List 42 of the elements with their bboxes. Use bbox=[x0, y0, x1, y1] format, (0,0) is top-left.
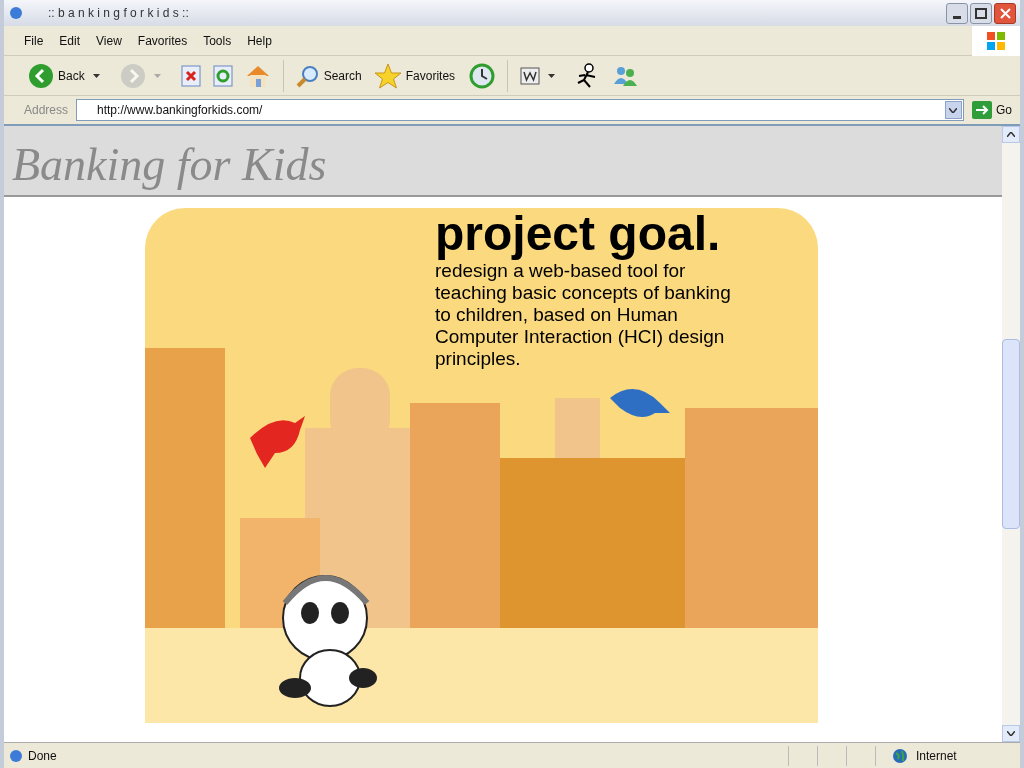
menu-item[interactable]: Help bbox=[247, 31, 272, 50]
scroll-up-button[interactable] bbox=[1002, 126, 1020, 143]
menu-item[interactable]: Favorites bbox=[137, 31, 188, 50]
close-icon bbox=[999, 7, 1011, 19]
site-logo: Banking for Kids bbox=[12, 138, 327, 192]
globe-icon bbox=[892, 747, 908, 764]
menu-item[interactable]: Edit bbox=[59, 31, 81, 50]
address-label: Address bbox=[24, 102, 69, 119]
toolbar-button[interactable]: Back bbox=[24, 58, 89, 93]
caret-icon[interactable] bbox=[548, 73, 556, 78]
close-button[interactable] bbox=[994, 2, 1016, 24]
stop-icon bbox=[180, 64, 201, 87]
search-icon bbox=[295, 63, 320, 88]
maximize-button[interactable] bbox=[970, 2, 992, 24]
heading: project goal. bbox=[435, 208, 722, 260]
refresh-icon bbox=[212, 64, 233, 87]
menu-item[interactable]: File bbox=[24, 31, 44, 50]
url-text: http://www.bankingforkids.com/ bbox=[97, 102, 263, 119]
caret-icon[interactable] bbox=[92, 73, 100, 78]
caret-icon bbox=[949, 107, 958, 113]
status-text: Done bbox=[28, 747, 57, 765]
toolbar-button[interactable]: Favorites bbox=[369, 58, 460, 93]
zone-text: Internet bbox=[916, 747, 958, 765]
scroll-down-button[interactable] bbox=[1002, 725, 1020, 742]
menu-item[interactable]: Tools bbox=[203, 31, 232, 50]
menu-item[interactable]: View bbox=[96, 31, 122, 50]
scroll-thumb[interactable] bbox=[1002, 339, 1020, 529]
minimize-icon bbox=[953, 15, 961, 19]
star-icon bbox=[373, 62, 402, 89]
document-icon bbox=[520, 66, 541, 85]
window-title: :: b a n k i n g f o r k i d s :: bbox=[48, 5, 189, 22]
description-text: redesign a web-based tool for teaching basic concepts of banking to children, based on Human Computer Interaction (HCI) design principles. bbox=[435, 260, 732, 370]
scrollbar[interactable] bbox=[1002, 126, 1020, 742]
dropdown-button[interactable] bbox=[945, 101, 962, 119]
caret-icon bbox=[1007, 132, 1015, 137]
maximize-icon bbox=[975, 7, 987, 19]
minimize-button[interactable] bbox=[946, 2, 968, 24]
caret-icon bbox=[1007, 731, 1015, 736]
toolbar-button[interactable]: Search bbox=[291, 58, 366, 93]
go-button[interactable]: Go bbox=[972, 101, 1012, 119]
address-field[interactable]: http://www.bankingforkids.com/ bbox=[76, 99, 964, 121]
windows-flag-icon bbox=[985, 30, 1007, 51]
